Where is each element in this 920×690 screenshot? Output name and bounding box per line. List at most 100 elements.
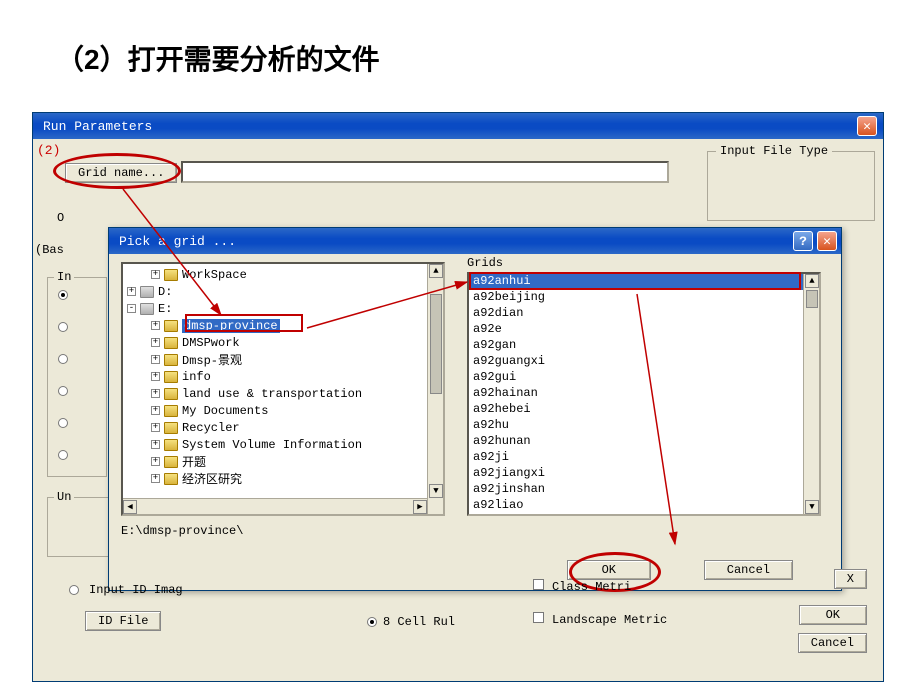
scroll-down-icon[interactable]: ▼ [429, 484, 443, 498]
expand-icon[interactable]: + [151, 423, 160, 432]
expand-icon[interactable]: + [151, 457, 160, 466]
run-parameters-titlebar: Run Parameters ✕ [33, 113, 883, 139]
un-group-legend: Un [54, 490, 74, 504]
list-item[interactable]: a92guangxi [469, 354, 819, 370]
cancel-button[interactable]: Cancel [798, 633, 867, 653]
expand-icon[interactable]: + [151, 338, 160, 347]
tree-row[interactable]: + dmsp-province [151, 317, 439, 334]
folder-icon [164, 422, 178, 434]
tree-item-label[interactable]: 开题 [182, 453, 206, 470]
folder-tree-pane[interactable]: +WorkSpace+D:-E:+dmsp-province+DMSPwork+… [121, 262, 445, 516]
tree-item-label[interactable]: dmsp-province [182, 319, 280, 333]
in-group-legend: In [54, 270, 74, 284]
drive-icon [140, 303, 154, 315]
grid-name-button[interactable]: Grid name... [65, 163, 177, 183]
list-item[interactable]: a92hebei [469, 402, 819, 418]
collapse-icon[interactable]: - [127, 304, 136, 313]
tree-item-label[interactable]: WorkSpace [182, 268, 247, 282]
landscape-metric-label: Landscape Metric [552, 613, 667, 627]
tree-row[interactable]: + WorkSpace [151, 266, 439, 283]
expand-icon[interactable]: + [151, 372, 160, 381]
list-item[interactable]: a92gui [469, 370, 819, 386]
tree-row[interactable]: + System Volume Information [151, 436, 439, 453]
expand-icon[interactable]: + [151, 270, 160, 279]
tree-row[interactable]: + info [151, 368, 439, 385]
fragment-o-text: O [57, 211, 64, 225]
tree-row[interactable]: + Recycler [151, 419, 439, 436]
grid-name-field[interactable] [181, 161, 669, 183]
radio-option[interactable] [58, 418, 68, 428]
expand-icon[interactable]: + [151, 389, 160, 398]
expand-icon[interactable]: + [151, 355, 160, 364]
list-item[interactable]: a92jinshan [469, 482, 819, 498]
list-item[interactable]: a92hu [469, 418, 819, 434]
pick-a-grid-dialog: Pick a grid ... ? ✕ +WorkSpace+D:-E:+dms… [108, 227, 842, 591]
scroll-right-icon[interactable]: ▶ [413, 500, 427, 514]
tree-row[interactable]: + DMSPwork [151, 334, 439, 351]
list-item[interactable]: a92ji [469, 450, 819, 466]
in-group: In [47, 277, 107, 477]
close-icon[interactable]: ✕ [817, 231, 837, 251]
tree-item-label[interactable]: D: [158, 285, 172, 299]
expand-icon[interactable]: + [151, 474, 160, 483]
tree-row[interactable]: + 开题 [151, 453, 439, 470]
list-item[interactable]: a92e [469, 322, 819, 338]
tree-item-label[interactable]: DMSPwork [182, 336, 240, 350]
un-group: Un [47, 497, 117, 557]
list-item[interactable]: a92dian [469, 306, 819, 322]
scroll-left-icon[interactable]: ◀ [123, 500, 137, 514]
list-item[interactable]: a92hunan [469, 434, 819, 450]
tree-row[interactable]: + D: [127, 283, 439, 300]
tree-item-label[interactable]: E: [158, 302, 172, 316]
radio-option[interactable] [58, 322, 68, 332]
scroll-thumb[interactable] [806, 290, 818, 308]
list-item[interactable]: a92anhui [469, 274, 819, 290]
list-item[interactable]: a92liao [469, 498, 819, 514]
tree-item-label[interactable]: My Documents [182, 404, 268, 418]
scroll-up-icon[interactable]: ▲ [805, 274, 819, 288]
scrollbar-vertical[interactable]: ▲ ▼ [803, 274, 819, 514]
folder-icon [164, 371, 178, 383]
radio-option[interactable] [58, 450, 68, 460]
scroll-down-icon[interactable]: ▼ [805, 500, 819, 514]
help-icon[interactable]: ? [793, 231, 813, 251]
folder-icon [164, 320, 178, 332]
radio-option[interactable] [58, 386, 68, 396]
scrollbar-horizontal[interactable]: ◀ ▶ [123, 498, 427, 514]
tree-item-label[interactable]: 经济区研究 [182, 470, 242, 487]
expand-icon[interactable]: + [127, 287, 136, 296]
folder-icon [164, 473, 178, 485]
ok-button[interactable]: OK [799, 605, 867, 625]
fragment-bas-text: (Bas [35, 243, 64, 257]
x-button[interactable]: X [834, 569, 867, 589]
tree-row[interactable]: - E: [127, 300, 439, 317]
class-metric-checkbox[interactable] [533, 579, 544, 590]
radio-option[interactable] [58, 354, 68, 364]
scrollbar-vertical[interactable]: ▲ ▼ [427, 264, 443, 514]
list-item[interactable]: a92gan [469, 338, 819, 354]
scroll-up-icon[interactable]: ▲ [429, 264, 443, 278]
id-file-button[interactable]: ID File [85, 611, 161, 631]
tree-item-label[interactable]: System Volume Information [182, 438, 362, 452]
scroll-thumb[interactable] [430, 294, 442, 394]
eight-cell-radio[interactable] [367, 617, 377, 627]
close-icon[interactable]: ✕ [857, 116, 877, 136]
expand-icon[interactable]: + [151, 406, 160, 415]
expand-icon[interactable]: + [151, 321, 160, 330]
list-item[interactable]: a92hainan [469, 386, 819, 402]
tree-item-label[interactable]: land use & transportation [182, 387, 362, 401]
tree-row[interactable]: + land use & transportation [151, 385, 439, 402]
tree-item-label[interactable]: info [182, 370, 211, 384]
tree-row[interactable]: + Dmsp-景观 [151, 351, 439, 368]
grids-list-pane[interactable]: a92anhuia92beijinga92diana92ea92gana92gu… [467, 272, 821, 516]
radio-option[interactable] [58, 290, 68, 300]
tree-row[interactable]: + 经济区研究 [151, 470, 439, 487]
list-item[interactable]: a92jiangxi [469, 466, 819, 482]
list-item[interactable]: a92beijing [469, 290, 819, 306]
tree-item-label[interactable]: Dmsp-景观 [182, 351, 242, 368]
input-id-radio[interactable] [69, 585, 79, 595]
expand-icon[interactable]: + [151, 440, 160, 449]
landscape-metric-checkbox[interactable] [533, 612, 544, 623]
tree-row[interactable]: + My Documents [151, 402, 439, 419]
tree-item-label[interactable]: Recycler [182, 421, 240, 435]
